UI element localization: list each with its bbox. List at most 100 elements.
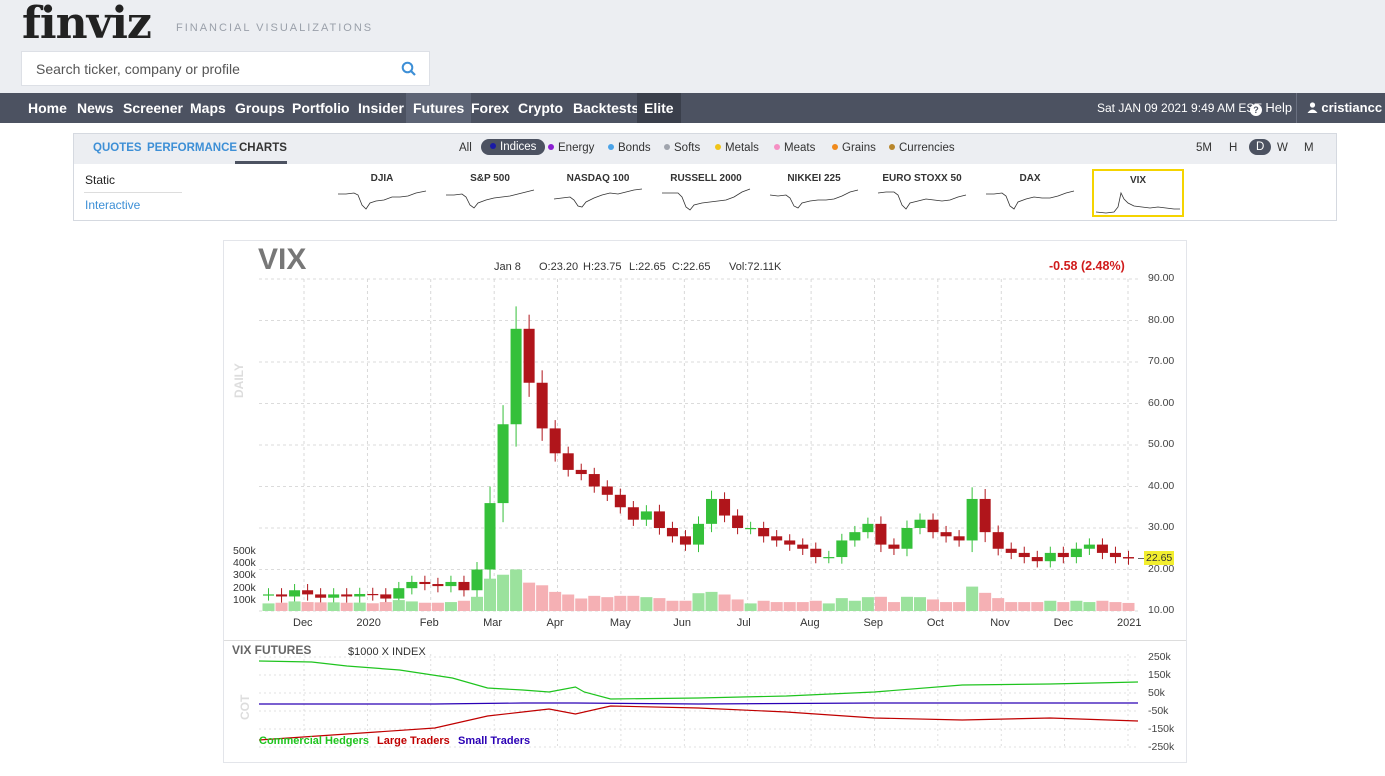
nav-groups[interactable]: Groups	[228, 93, 292, 123]
x-axis-tick-label: 2020	[356, 617, 381, 629]
x-axis-tick-label: Dec	[1053, 617, 1074, 629]
mini-chart-vix[interactable]: VIX	[1092, 169, 1184, 217]
futures-subtitle: $1000 X INDEX	[348, 646, 426, 658]
search-icon[interactable]	[401, 61, 417, 77]
timeframe-5m[interactable]: 5M	[1196, 142, 1212, 154]
ohlc-high: H:23.75	[583, 261, 622, 273]
mini-chart-nasdaq100[interactable]: NASDAQ 100	[552, 169, 644, 217]
futures-panel: QUOTES PERFORMANCE CHARTS All Indices En…	[73, 133, 1337, 221]
mini-chart-label: RUSSELL 2000	[670, 173, 742, 184]
category-bonds-label: Bonds	[618, 142, 651, 154]
search-input[interactable]	[34, 60, 388, 78]
nav-forex[interactable]: Forex	[464, 93, 516, 123]
mini-chart-sparkline	[446, 189, 535, 209]
period-label: DAILY	[232, 363, 246, 398]
tab-charts[interactable]: CHARTS	[239, 142, 287, 154]
category-energy[interactable]: Energy	[548, 142, 594, 154]
mini-chart-eurostoxx50[interactable]: EURO STOXX 50	[876, 169, 968, 217]
category-meats[interactable]: Meats	[774, 142, 815, 154]
nav-elite[interactable]: Elite	[637, 93, 681, 123]
help-link[interactable]: ? Help	[1250, 93, 1292, 123]
nav-crypto[interactable]: Crypto	[511, 93, 570, 123]
softs-dot	[664, 144, 670, 150]
tab-quotes[interactable]: QUOTES	[93, 142, 142, 154]
volume-axis-label: 300k	[233, 569, 256, 581]
category-all[interactable]: All	[459, 142, 472, 154]
mini-chart-dax[interactable]: DAX	[984, 169, 1076, 217]
category-energy-label: Energy	[558, 142, 595, 154]
category-grains-label: Grains	[842, 142, 876, 154]
ohlc-open: O:23.20	[539, 261, 579, 273]
side-divider	[84, 192, 182, 193]
nav-futures[interactable]: Futures	[406, 93, 472, 123]
mini-chart-sparkline	[1095, 191, 1180, 214]
mini-chart-label: DJIA	[370, 173, 394, 184]
mini-chart-russell2000[interactable]: RUSSELL 2000	[660, 169, 752, 217]
futures-y-label: -50k	[1148, 705, 1169, 717]
meats-dot	[774, 144, 780, 150]
category-indices[interactable]: Indices	[481, 139, 546, 155]
header: finviz FINANCIAL VISUALIZATIONS	[0, 0, 1385, 93]
timeframe-w[interactable]: W	[1277, 142, 1288, 154]
mini-chart-nikkei225[interactable]: NIKKEI 225	[768, 169, 860, 217]
tagline: FINANCIAL VISUALIZATIONS	[176, 22, 374, 34]
category-grains[interactable]: Grains	[832, 142, 876, 154]
x-axis-tick-label: 2021	[1117, 617, 1142, 629]
category-softs-label: Softs	[674, 142, 701, 154]
nav-news[interactable]: News	[70, 93, 121, 123]
category-indices-label: Indices	[500, 141, 537, 153]
ohlc-low: L:22.65	[629, 261, 666, 273]
category-metals[interactable]: Metals	[715, 142, 759, 154]
last-price-tag: 22.65	[1144, 551, 1175, 565]
futures-title: VIX FUTURES	[232, 643, 312, 657]
category-currencies-label: Currencies	[899, 142, 955, 154]
x-axis-tick-label: Dec	[293, 617, 313, 629]
ohlc-date: Jan 8	[494, 261, 521, 273]
nav-insider[interactable]: Insider	[351, 93, 411, 123]
user-name: cristiancc	[1321, 100, 1383, 115]
category-bonds[interactable]: Bonds	[608, 142, 651, 154]
user-icon	[1307, 101, 1321, 115]
bonds-dot	[608, 144, 614, 150]
nav-portfolio[interactable]: Portfolio	[285, 93, 357, 123]
view-interactive[interactable]: Interactive	[85, 198, 140, 212]
nav-maps[interactable]: Maps	[183, 93, 233, 123]
search-box[interactable]	[21, 51, 430, 86]
nav-backtests[interactable]: Backtests	[566, 93, 646, 123]
nav-screener[interactable]: Screener	[116, 93, 190, 123]
mini-chart-label: NASDAQ 100	[566, 173, 630, 184]
x-axis-tick-label: Feb	[419, 617, 439, 629]
mini-chart-label: VIX	[1129, 175, 1147, 186]
timeframe-h[interactable]: H	[1229, 142, 1237, 154]
y-axis-tick-label: 50.00	[1148, 438, 1175, 450]
x-axis-tick-label: Mar	[483, 617, 503, 629]
user-menu[interactable]: cristiancc	[1307, 93, 1382, 123]
nav-datetime: Sat JAN 09 2021 9:49 AM EST	[1097, 101, 1262, 115]
mini-chart-sp500[interactable]: S&P 500	[444, 169, 536, 217]
timeframe-m[interactable]: M	[1304, 142, 1314, 154]
y-axis-tick-label: 30.00	[1148, 521, 1175, 533]
indices-dot	[490, 143, 496, 149]
chart-ticker: VIX	[258, 243, 307, 276]
view-static[interactable]: Static	[85, 173, 115, 187]
finviz-logo[interactable]: finviz	[22, 0, 152, 49]
nav-divider	[1296, 93, 1297, 123]
ohlc-volume: Vol:72.11K	[729, 261, 782, 273]
futures-y-label: 250k	[1148, 651, 1171, 663]
y-axis-tick-label: 80.00	[1148, 313, 1175, 326]
mini-chart-djia[interactable]: DJIA	[336, 169, 428, 217]
tab-performance[interactable]: PERFORMANCE	[147, 142, 237, 154]
y-axis-tick-label: 70.00	[1148, 355, 1175, 367]
futures-y-label: -150k	[1148, 723, 1175, 735]
tab-charts-underline	[235, 161, 287, 164]
volume-axis-label: 400k	[233, 557, 256, 569]
mini-chart-sparkline	[877, 191, 967, 210]
nav-home[interactable]: Home	[21, 93, 74, 123]
category-currencies[interactable]: Currencies	[889, 142, 955, 154]
category-meats-label: Meats	[784, 142, 816, 154]
category-softs[interactable]: Softs	[664, 142, 700, 154]
y-axis-tick-label: 90.00	[1148, 272, 1175, 284]
volume-axis-label: 100k	[233, 594, 256, 606]
timeframe-d[interactable]: D	[1249, 139, 1272, 155]
x-axis-tick-label: Nov	[990, 617, 1010, 629]
